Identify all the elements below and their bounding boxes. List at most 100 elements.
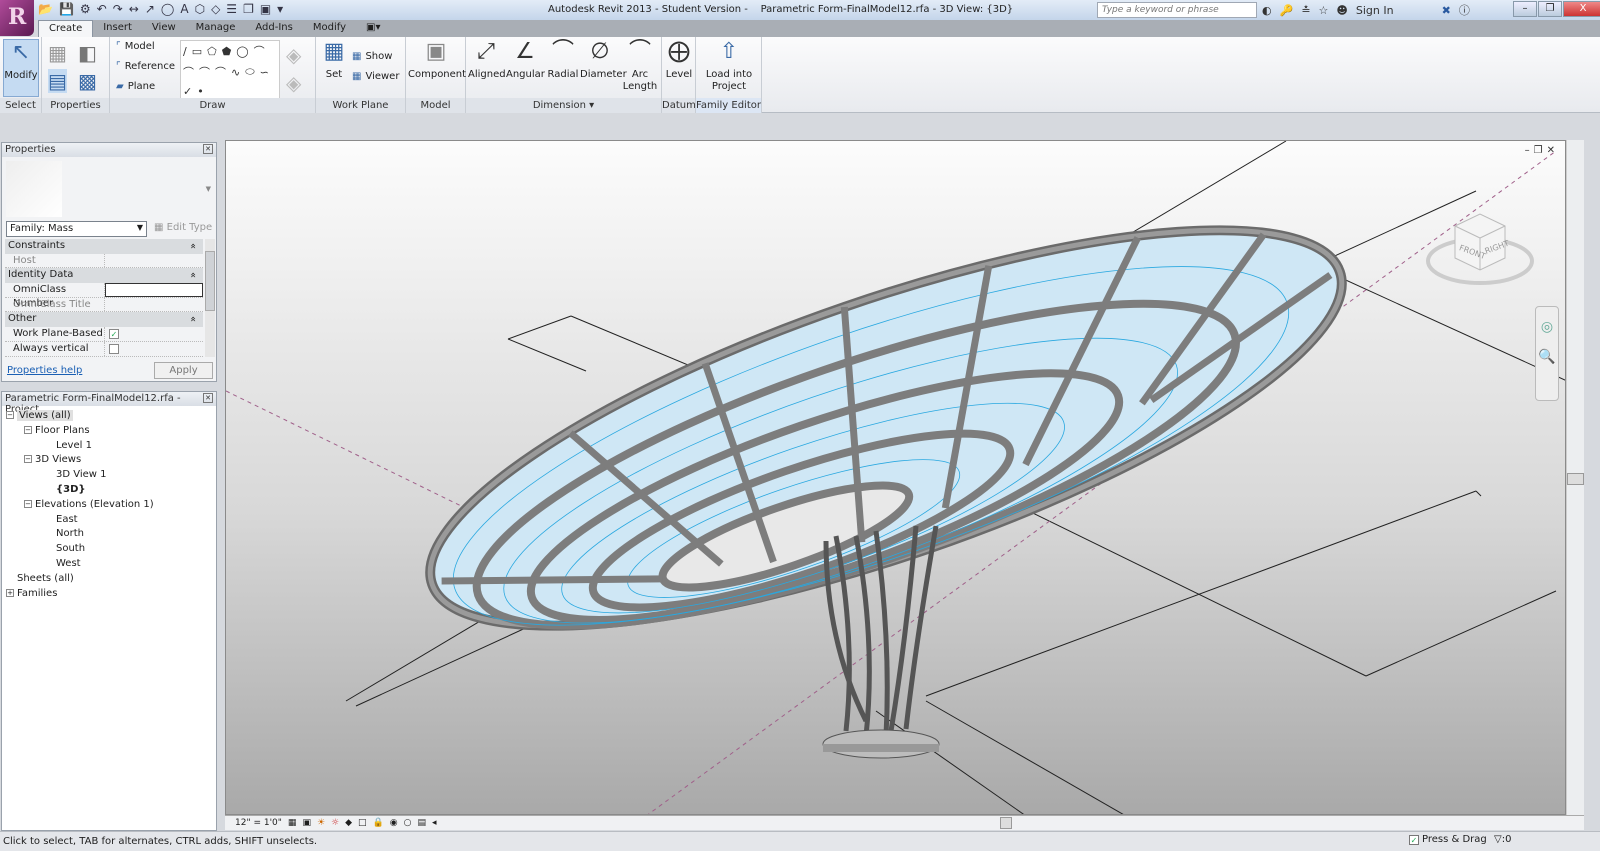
3d-view-icon[interactable]: ⬡ — [195, 2, 205, 16]
tree-item[interactable]: {3D} — [6, 483, 154, 498]
vertical-scrollbar[interactable] — [1566, 140, 1584, 815]
expand-toggle-icon[interactable]: − — [6, 411, 14, 419]
tree-item[interactable]: North — [6, 527, 154, 542]
close-hidden-icon[interactable]: ❐ — [243, 2, 254, 16]
plane-button[interactable]: ▰ Plane — [116, 81, 155, 92]
open-icon[interactable]: 📂 — [38, 2, 53, 16]
thin-lines-icon[interactable]: ☰ — [226, 2, 237, 16]
visual-style-icon[interactable]: ▣ — [302, 818, 311, 828]
tab-modify[interactable]: Modify — [303, 20, 356, 37]
tab-create[interactable]: Create — [38, 20, 94, 37]
diameter-dimension-button[interactable]: ∅ Diameter — [580, 39, 627, 81]
properties-toggle-icon[interactable]: ▤ — [48, 69, 67, 93]
set-work-plane-button[interactable]: ▦ Set — [320, 39, 348, 81]
section-icon[interactable]: ◇ — [211, 2, 220, 16]
group-identity-data[interactable]: Identity Data — [5, 268, 203, 284]
scroll-left-icon[interactable]: ◂ — [432, 818, 437, 828]
always-vertical-checkbox[interactable] — [109, 343, 119, 354]
group-other[interactable]: Other — [5, 312, 203, 328]
load-into-project-button[interactable]: ⇧ Load into Project — [698, 39, 760, 93]
properties-help-link[interactable]: Properties help — [7, 365, 82, 376]
switch-windows-icon[interactable]: ▣ — [260, 2, 271, 16]
panel-label[interactable]: Dimension ▾ — [466, 98, 661, 113]
draw-shapes-gallery[interactable]: ∕ ▭ ⬠ ⬟ ◯ ⌒ ⌒ ⌒ ⌒ ∿ ⬭ ∽ ✓ • — [180, 40, 280, 101]
expand-toggle-icon[interactable]: − — [24, 425, 32, 434]
edit-type-button[interactable]: ▦ Edit Type — [154, 222, 212, 233]
tree-item[interactable]: − Floor Plans — [6, 424, 154, 439]
maximize-button[interactable]: ❐ — [1538, 1, 1562, 17]
close-icon[interactable]: ✕ — [203, 144, 213, 154]
press-drag-toggle[interactable]: ✓ Press & Drag — [1409, 834, 1487, 845]
tree-item[interactable]: West — [6, 557, 154, 572]
undo-icon[interactable]: ↶ — [97, 2, 107, 16]
radial-dimension-button[interactable]: ⌒ Radial — [546, 39, 580, 81]
text-icon[interactable]: A — [180, 2, 188, 16]
arc-length-dimension-button[interactable]: ⌒ Arc Length — [622, 39, 658, 93]
family-selector[interactable]: Family: Mass ▼ — [6, 221, 147, 237]
expand-toggle-icon[interactable]: − — [24, 499, 32, 508]
analytical-model-icon[interactable]: ▤ — [417, 818, 426, 828]
properties-scrollbar[interactable] — [205, 239, 215, 357]
lock-view-icon[interactable]: 🔒 — [373, 818, 384, 828]
tree-item[interactable]: South — [6, 542, 154, 557]
tree-item[interactable]: Sheets (all) — [6, 572, 154, 587]
view-scale[interactable]: 12" = 1'0" — [235, 818, 282, 828]
application-menu-button[interactable]: R — [0, 0, 34, 36]
tree-item[interactable]: + Families — [6, 587, 154, 602]
crop-view-icon[interactable]: □ — [358, 818, 367, 828]
rendering-icon[interactable]: ◆ — [345, 818, 352, 828]
sign-in-button[interactable]: Sign In — [1356, 4, 1394, 17]
exchange-icon[interactable]: ✖ — [1442, 4, 1451, 17]
star-icon[interactable]: ☆ — [1319, 4, 1329, 17]
close-icon[interactable]: ✕ — [203, 393, 213, 403]
show-work-plane-button[interactable]: ▦ Show — [352, 51, 392, 62]
sync-icon[interactable]: ⚙ — [80, 2, 91, 16]
maximize-view-button[interactable]: ❐ — [1534, 145, 1543, 156]
horizontal-scrollbar-thumb[interactable] — [1000, 817, 1012, 829]
tag-icon[interactable]: ◯ — [161, 2, 174, 16]
help-icon[interactable]: ⓘ — [1459, 2, 1470, 18]
user-icon[interactable]: ☻ — [1336, 4, 1347, 17]
close-view-button[interactable]: ✕ — [1547, 145, 1555, 156]
reveal-hidden-icon[interactable]: ○ — [404, 818, 412, 828]
selection-filter[interactable]: ▽:0 — [1494, 834, 1511, 845]
tree-item[interactable]: −3D Views — [6, 453, 154, 468]
modify-button[interactable]: ↖ Modify — [3, 39, 39, 97]
work-plane-viewer-button[interactable]: ▦ Viewer — [352, 71, 399, 82]
shadows-icon[interactable]: ☼ — [331, 818, 339, 828]
satellite-icon[interactable]: ≛ — [1301, 4, 1310, 17]
viewcube[interactable]: FRONT RIGHT — [1425, 206, 1535, 296]
3d-viewport[interactable]: – ❐ ✕ FRONT RIGHT ◎ 🔍 — [225, 140, 1566, 815]
key-icon[interactable]: 🔑 — [1280, 4, 1294, 17]
expand-toggle-icon[interactable]: + — [6, 588, 14, 597]
close-button[interactable]: X — [1563, 1, 1600, 17]
reference-line-button[interactable]: ⌜ Reference — [116, 61, 175, 72]
tree-item[interactable]: 3D View 1 — [6, 468, 154, 483]
model-line-button[interactable]: ⌜ Model — [116, 41, 155, 52]
tab-view[interactable]: View — [142, 20, 186, 37]
apply-button[interactable]: Apply — [154, 362, 213, 379]
expand-toggle-icon[interactable]: − — [24, 455, 32, 464]
tree-item[interactable]: East — [6, 513, 154, 528]
family-category-icon[interactable]: ◧ — [78, 41, 97, 65]
create-form-icon[interactable]: ◈ — [286, 43, 301, 67]
restore-view-button[interactable]: – — [1525, 145, 1530, 156]
save-icon[interactable]: 💾 — [59, 2, 74, 16]
minimize-ribbon-button[interactable]: ▣▾ — [356, 20, 390, 37]
minimize-button[interactable]: – — [1513, 1, 1537, 17]
work-plane-based-checkbox[interactable]: ✓ — [109, 329, 119, 340]
tree-item[interactable]: − Views (all) — [6, 409, 154, 424]
void-form-icon[interactable]: ◈ — [286, 71, 301, 95]
tab-add-ins[interactable]: Add-Ins — [245, 20, 302, 37]
component-button[interactable]: ▣ Component — [408, 39, 466, 81]
angular-dimension-button[interactable]: ∠ Angular — [506, 39, 545, 81]
level-button[interactable]: ⨁ Level — [664, 39, 694, 81]
tab-insert[interactable]: Insert — [93, 20, 142, 37]
group-constraints[interactable]: Constraints — [5, 239, 203, 254]
navigation-bar[interactable]: ◎ 🔍 — [1535, 306, 1559, 401]
detail-level-icon[interactable]: ▦ — [288, 818, 297, 828]
aligned-dimension-button[interactable]: ⤢ Aligned — [468, 39, 506, 81]
temporary-hide-icon[interactable]: ◉ — [390, 818, 398, 828]
tree-item[interactable]: Level 1 — [6, 439, 154, 454]
search-input[interactable]: Type a keyword or phrase — [1097, 2, 1257, 18]
